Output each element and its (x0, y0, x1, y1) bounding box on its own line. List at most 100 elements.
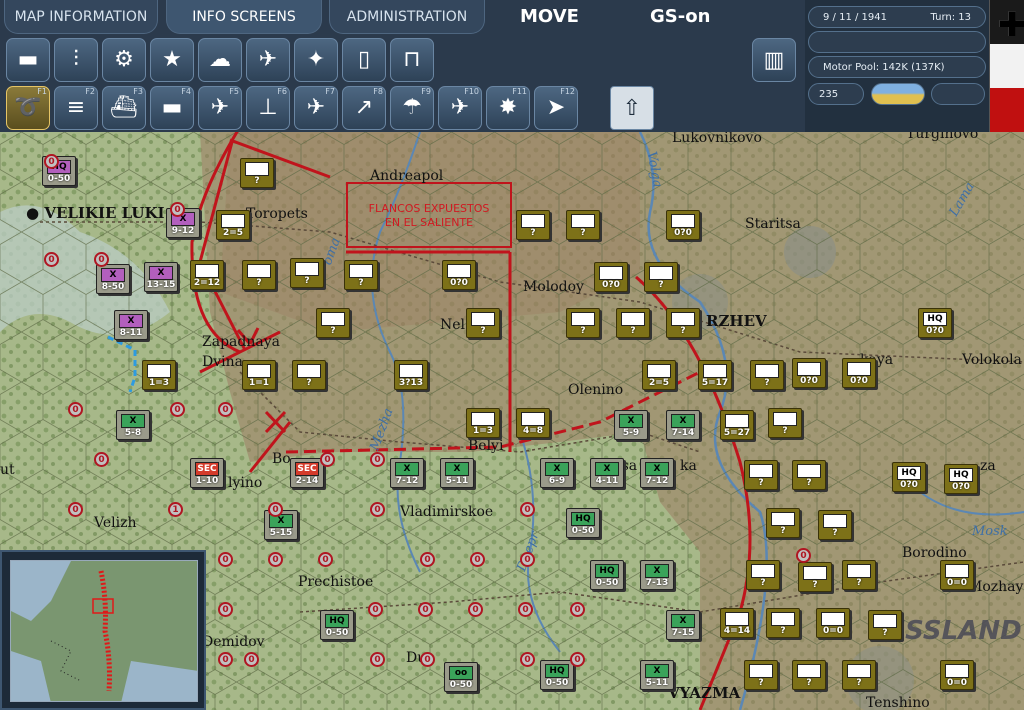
axis-unit[interactable]: X 5-11 (440, 458, 474, 488)
axis-unit[interactable]: HQ 0-50 (540, 660, 574, 690)
axis-unit[interactable]: SEC 1-10 (190, 458, 224, 488)
soviet-unit[interactable]: ? (744, 460, 778, 490)
axis-unit[interactable]: X 7-15 (666, 610, 700, 640)
soviet-unit[interactable]: 4=14 (720, 608, 754, 638)
soviet-unit[interactable]: 0?0 (666, 210, 700, 240)
soviet-unit[interactable]: 0?0 (442, 260, 476, 290)
soviet-unit[interactable]: 3?13 (394, 360, 428, 390)
objective-marker-icon: 0 (370, 502, 385, 517)
tab-map-information[interactable]: MAP INFORMATION (4, 0, 158, 34)
soviet-unit[interactable]: ? (766, 608, 800, 638)
weather-field-icon[interactable] (871, 83, 925, 105)
star-icon[interactable]: ★ (150, 38, 194, 82)
soviet-unit[interactable]: 0=0 (940, 660, 974, 690)
axis-unit[interactable]: X 8-50 (96, 264, 130, 294)
soviet-unit[interactable]: ? (766, 508, 800, 538)
soviet-unit[interactable]: ? (842, 660, 876, 690)
minimap[interactable] (0, 550, 206, 710)
soviet-hq-unit[interactable]: HQ 0?0 (944, 464, 978, 494)
air-icon[interactable]: ✈ (246, 38, 290, 82)
axis-unit[interactable]: HQ 0-50 (566, 508, 600, 538)
soviet-unit[interactable]: ? (344, 260, 378, 290)
soviet-unit[interactable]: ? (466, 308, 500, 338)
air-transfer-icon[interactable]: ✈ F7 (294, 86, 338, 130)
soviet-unit[interactable]: ? (292, 360, 326, 390)
rail-move-icon[interactable]: ≡ F2 (54, 86, 98, 130)
soviet-hq-unit[interactable]: HQ 0?0 (918, 308, 952, 338)
soviet-unit[interactable]: ? (750, 360, 784, 390)
soviet-unit[interactable]: ? (744, 660, 778, 690)
axis-unit[interactable]: SEC 2-14 (290, 458, 324, 488)
axis-unit[interactable]: X 7-14 (666, 410, 700, 440)
axis-unit[interactable]: X 13-15 (144, 262, 178, 292)
axis-unit[interactable]: X 8-11 (114, 310, 148, 340)
soviet-unit[interactable]: 0=0 (940, 560, 974, 590)
soviet-unit[interactable]: 0=0 (816, 608, 850, 638)
minimap-view[interactable] (10, 560, 198, 702)
axis-unit[interactable]: X 6-9 (540, 458, 574, 488)
soviet-unit[interactable]: ? (818, 510, 852, 540)
soviet-unit[interactable]: 2=5 (642, 360, 676, 390)
bombard-icon[interactable]: ↗ F8 (342, 86, 386, 130)
paradrop-icon[interactable]: ☂ F9 (390, 86, 434, 130)
axis-unit[interactable]: X 5-8 (116, 410, 150, 440)
tab-info-screens[interactable]: INFO SCREENS (166, 0, 322, 34)
soviet-unit[interactable]: ? (240, 158, 274, 188)
soviet-unit[interactable]: 4=8 (516, 408, 550, 438)
soviet-unit[interactable]: 1=3 (142, 360, 176, 390)
axis-unit[interactable]: X 7-13 (640, 560, 674, 590)
axis-unit[interactable]: X 7-12 (640, 458, 674, 488)
gear-icon[interactable]: ⚙ (102, 38, 146, 82)
rail-icon[interactable]: ⊓ (390, 38, 434, 82)
soviet-unit[interactable]: ? (242, 260, 276, 290)
axis-unit[interactable]: X 5-11 (640, 660, 674, 690)
axis-unit[interactable]: X 7-12 (390, 458, 424, 488)
soviet-unit[interactable]: 0?0 (792, 358, 826, 388)
upload-icon[interactable]: ⇧ (610, 86, 654, 130)
axis-unit[interactable]: HQ 0-50 (590, 560, 624, 590)
axis-unit[interactable]: X 4-11 (590, 458, 624, 488)
soviet-unit[interactable]: ? (768, 408, 802, 438)
soviet-unit[interactable]: ? (792, 660, 826, 690)
soviet-unit[interactable]: ? (316, 308, 350, 338)
weather-icon[interactable]: ☁ (198, 38, 242, 82)
air-attack-icon[interactable]: ✈ F5 (198, 86, 242, 130)
soviet-unit[interactable]: ? (868, 610, 902, 640)
artillery-icon[interactable]: ⊥ F6 (246, 86, 290, 130)
soviet-unit[interactable]: 0?0 (842, 358, 876, 388)
tab-administration[interactable]: ADMINISTRATION (329, 0, 485, 34)
soviet-unit[interactable]: 2=12 (190, 260, 224, 290)
strategic-bomb-icon[interactable]: ✈ F10 (438, 86, 482, 130)
soviet-unit[interactable]: ? (746, 560, 780, 590)
soviet-unit[interactable]: 2=5 (216, 210, 250, 240)
axis-unit[interactable]: HQ 0-50 (320, 610, 354, 640)
soviet-unit[interactable]: ? (644, 262, 678, 292)
move-icon[interactable]: ➰ F1 (6, 86, 50, 130)
soviet-unit[interactable]: 0?0 (594, 262, 628, 292)
soviet-unit[interactable]: ? (798, 562, 832, 592)
explosion-icon[interactable]: ✸ F11 (486, 86, 530, 130)
soviet-unit[interactable]: 5=27 (720, 410, 754, 440)
naval-transport-icon[interactable]: ▬ F4 (150, 86, 194, 130)
soviet-unit[interactable]: ? (616, 308, 650, 338)
soviet-unit[interactable]: ? (666, 308, 700, 338)
soviet-unit[interactable]: ? (516, 210, 550, 240)
soviet-unit[interactable]: ? (792, 460, 826, 490)
formation-icon[interactable]: ⫶ (54, 38, 98, 82)
axis-unit[interactable]: X 5-9 (614, 410, 648, 440)
soviet-unit[interactable]: 1=3 (466, 408, 500, 438)
soviet-hq-unit[interactable]: HQ 0?0 (892, 462, 926, 492)
naval-icon[interactable]: ⛴ F3 (102, 86, 146, 130)
soviet-unit[interactable]: 1=1 (242, 360, 276, 390)
soviet-unit[interactable]: ? (566, 308, 600, 338)
tank-icon[interactable]: ▬ (6, 38, 50, 82)
soviet-unit[interactable]: ? (566, 210, 600, 240)
soviet-unit[interactable]: ? (290, 258, 324, 288)
chart-icon[interactable]: ▥ (752, 38, 796, 82)
fuel-icon[interactable]: ▯ (342, 38, 386, 82)
next-unit-icon[interactable]: ➤ F12 (534, 86, 578, 130)
axis-unit[interactable]: oo 0-50 (444, 662, 478, 692)
soviet-unit[interactable]: ? (842, 560, 876, 590)
satellite-icon[interactable]: ✦ (294, 38, 338, 82)
soviet-unit[interactable]: 5=17 (698, 360, 732, 390)
